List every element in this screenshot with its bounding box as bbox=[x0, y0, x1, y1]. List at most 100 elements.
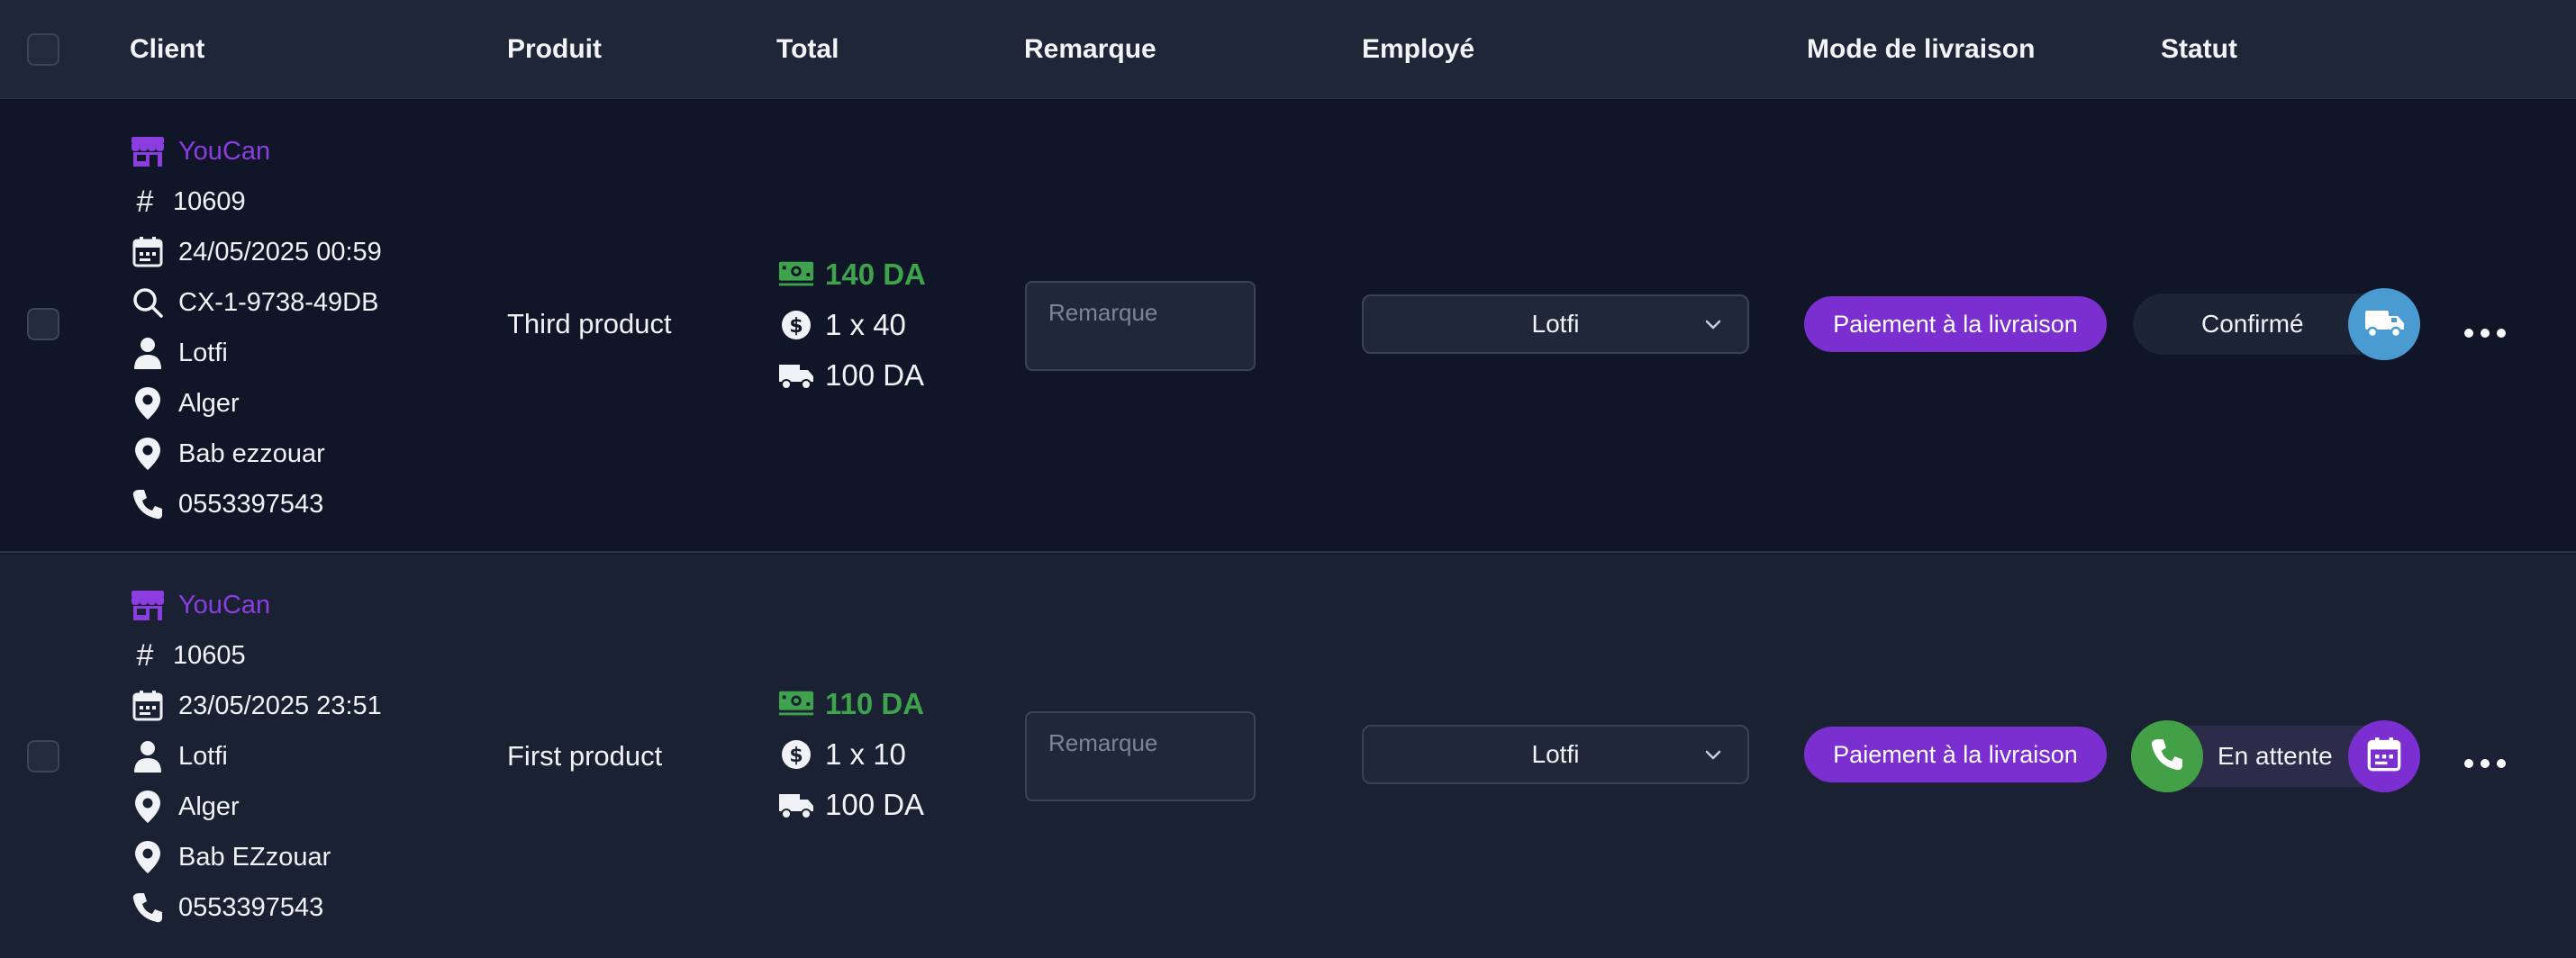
truck-icon bbox=[778, 787, 814, 823]
table-header: Client Produit Total Remarque Employé Mo… bbox=[0, 0, 2576, 99]
store-name[interactable]: YouCan bbox=[178, 591, 270, 620]
more-options-button[interactable] bbox=[2464, 324, 2506, 342]
column-header-product[interactable]: Produit bbox=[507, 0, 602, 99]
store-line: YouCan bbox=[130, 585, 270, 625]
location-pin-icon bbox=[130, 436, 166, 472]
column-header-remark[interactable]: Remarque bbox=[1024, 0, 1156, 99]
phone-icon bbox=[2150, 737, 2184, 776]
phone-icon bbox=[130, 486, 166, 522]
employee-select[interactable]: Lotfi bbox=[1362, 725, 1749, 784]
ship-order-button[interactable] bbox=[2348, 288, 2420, 360]
customer-city: Alger bbox=[178, 791, 240, 821]
user-icon bbox=[130, 738, 166, 774]
order-id-line: # 10609 bbox=[130, 182, 246, 221]
customer-name: Lotfi bbox=[178, 741, 228, 771]
column-header-total[interactable]: Total bbox=[776, 0, 839, 99]
total-line: 140 DA bbox=[778, 255, 926, 294]
delivery-mode-badge[interactable]: Paiement à la livraison bbox=[1804, 296, 2107, 352]
customer-name: Lotfi bbox=[178, 338, 228, 367]
remark-input[interactable] bbox=[1025, 711, 1256, 801]
quantity-price: 1 x 10 bbox=[825, 737, 906, 771]
money-icon bbox=[778, 257, 814, 293]
address-line: Bab ezzouar bbox=[130, 434, 325, 474]
search-icon bbox=[130, 285, 166, 321]
truck-icon bbox=[778, 357, 814, 393]
product-name: First product bbox=[507, 740, 663, 772]
more-options-button[interactable] bbox=[2464, 755, 2506, 773]
quantity-line: $ 1 x 10 bbox=[778, 735, 906, 774]
store-name[interactable]: YouCan bbox=[178, 137, 270, 167]
location-pin-icon bbox=[130, 789, 166, 825]
schedule-button[interactable] bbox=[2348, 720, 2420, 792]
tracking-line: CX-1-9738-49DB bbox=[130, 283, 378, 322]
user-icon bbox=[130, 335, 166, 371]
store-icon bbox=[130, 133, 166, 169]
chevron-down-icon bbox=[1702, 743, 1724, 772]
calendar-icon bbox=[130, 688, 166, 724]
location-pin-icon bbox=[130, 839, 166, 875]
customer-address: Bab ezzouar bbox=[178, 438, 325, 468]
truck-icon bbox=[2363, 306, 2405, 343]
shipping-fee: 100 DA bbox=[825, 358, 925, 392]
phone-icon bbox=[130, 890, 166, 926]
employee-selected: Lotfi bbox=[1531, 310, 1580, 338]
chevron-down-icon bbox=[1702, 312, 1724, 341]
order-id: 10605 bbox=[173, 640, 246, 670]
column-header-client[interactable]: Client bbox=[130, 0, 204, 99]
status-label: Confirmé bbox=[2201, 310, 2304, 338]
delivery-mode-badge[interactable]: Paiement à la livraison bbox=[1804, 727, 2107, 782]
table-row[interactable]: YouCan # 10605 23/05/2025 23:51 Lotfi Al… bbox=[0, 555, 2576, 958]
svg-text:$: $ bbox=[789, 745, 803, 767]
employee-selected: Lotfi bbox=[1531, 740, 1580, 768]
dot bbox=[2497, 329, 2506, 338]
customer-address: Bab EZzouar bbox=[178, 842, 331, 872]
location-pin-icon bbox=[130, 385, 166, 421]
customer-city: Alger bbox=[178, 388, 240, 418]
call-customer-button[interactable] bbox=[2131, 720, 2203, 792]
calendar-icon bbox=[2366, 737, 2402, 777]
shipping-line: 100 DA bbox=[778, 785, 924, 825]
table-row[interactable]: YouCan # 10609 24/05/2025 00:59 CX-1-973… bbox=[0, 99, 2576, 553]
city-line: Alger bbox=[130, 787, 240, 827]
column-header-status[interactable]: Statut bbox=[2161, 0, 2237, 99]
store-icon bbox=[130, 587, 166, 623]
dot bbox=[2464, 759, 2473, 768]
customer-phone[interactable]: 0553397543 bbox=[178, 893, 323, 923]
row-checkbox[interactable] bbox=[27, 740, 59, 773]
order-id: 10609 bbox=[173, 186, 246, 216]
order-date: 23/05/2025 23:51 bbox=[178, 691, 382, 720]
svg-text:$: $ bbox=[789, 315, 803, 338]
dollar-coin-icon: $ bbox=[778, 307, 814, 343]
city-line: Alger bbox=[130, 384, 240, 423]
order-date: 24/05/2025 00:59 bbox=[178, 237, 382, 267]
tracking-code[interactable]: CX-1-9738-49DB bbox=[178, 288, 378, 318]
row-checkbox[interactable] bbox=[27, 308, 59, 340]
product-name: Third product bbox=[507, 308, 672, 339]
date-line: 24/05/2025 00:59 bbox=[130, 232, 382, 272]
customer-line: Lotfi bbox=[130, 333, 228, 373]
column-header-delivery-mode[interactable]: Mode de livraison bbox=[1807, 0, 2035, 99]
customer-phone[interactable]: 0553397543 bbox=[178, 490, 323, 520]
phone-line: 0553397543 bbox=[130, 484, 323, 524]
select-all-checkbox[interactable] bbox=[27, 33, 59, 66]
dollar-coin-icon: $ bbox=[778, 737, 814, 773]
calendar-icon bbox=[130, 234, 166, 270]
dot bbox=[2481, 329, 2490, 338]
column-header-employee[interactable]: Employé bbox=[1362, 0, 1474, 99]
order-total: 110 DA bbox=[825, 687, 925, 720]
customer-line: Lotfi bbox=[130, 737, 228, 776]
dot bbox=[2497, 759, 2506, 768]
shipping-fee: 100 DA bbox=[825, 788, 925, 821]
date-line: 23/05/2025 23:51 bbox=[130, 686, 382, 726]
dot bbox=[2481, 759, 2490, 768]
dot bbox=[2464, 329, 2473, 338]
order-id-line: # 10605 bbox=[130, 636, 246, 675]
hash-icon: # bbox=[136, 184, 154, 219]
quantity-price: 1 x 40 bbox=[825, 308, 906, 341]
employee-select[interactable]: Lotfi bbox=[1362, 294, 1749, 354]
status-label: En attente bbox=[2218, 742, 2333, 770]
address-line: Bab EZzouar bbox=[130, 837, 331, 877]
money-icon bbox=[778, 686, 814, 722]
hash-icon: # bbox=[136, 637, 154, 673]
remark-input[interactable] bbox=[1025, 281, 1256, 371]
